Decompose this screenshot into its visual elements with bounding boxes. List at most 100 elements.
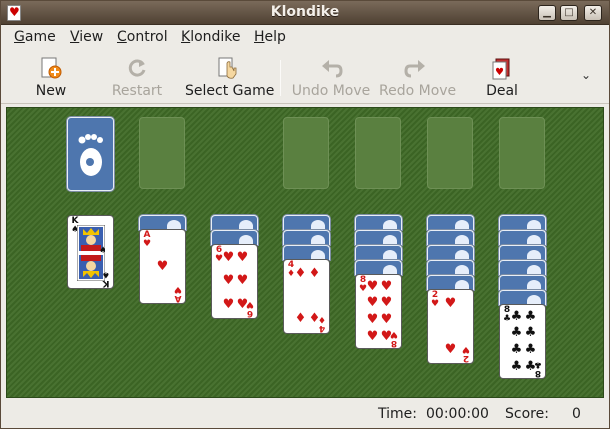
- menu-help[interactable]: Help: [254, 29, 286, 45]
- face-down-card[interactable]: [211, 230, 258, 245]
- select-game-label: Select Game: [185, 83, 275, 99]
- deal-label: Deal: [486, 83, 518, 99]
- foundation-slot[interactable]: [499, 117, 545, 189]
- card-ace-of-hearts[interactable]: A ♥ ♥ A ♥: [139, 229, 186, 304]
- card-king-of-spades[interactable]: K♠ ♠ K♠: [67, 215, 114, 289]
- heart-pip-icon: ♥: [444, 342, 457, 357]
- heart-pip-icon: ♥: [156, 259, 169, 274]
- card-rank-bottom: 2 ♥: [461, 344, 471, 363]
- maximize-button[interactable]: □: [560, 5, 578, 21]
- gnome-foot-icon: [78, 134, 103, 176]
- restart-button[interactable]: Restart: [111, 52, 163, 102]
- face-down-card[interactable]: [427, 230, 474, 245]
- select-game-button[interactable]: Select Game: [185, 52, 275, 102]
- redo-move-button[interactable]: Redo Move: [379, 52, 457, 102]
- face-down-card[interactable]: [283, 245, 330, 260]
- game-board[interactable]: K♠ ♠ K♠ A♥ ♥ A♥ 6♥: [6, 107, 604, 398]
- svg-text:♥: ♥: [495, 67, 504, 78]
- diamond-pip-icon: ♦: [308, 266, 321, 281]
- face-down-card[interactable]: [283, 215, 330, 230]
- diamond-pip-icon: ♦: [294, 266, 307, 281]
- heart-pip-icon: ♥: [222, 297, 235, 312]
- face-down-card[interactable]: [499, 275, 546, 290]
- restart-label: Restart: [111, 83, 163, 99]
- foundation-slot[interactable]: [283, 117, 329, 189]
- redo-move-label: Redo Move: [379, 83, 457, 99]
- titlebar[interactable]: Klondike ▁ □ ✕: [1, 1, 609, 25]
- face-down-card[interactable]: [427, 215, 474, 230]
- face-down-card[interactable]: [427, 260, 474, 275]
- card-six-of-hearts[interactable]: 6 ♥ ♥ ♥ ♥ ♥ ♥ ♥ 6 ♥: [211, 244, 258, 319]
- card-rank-bottom: 6 ♥: [245, 299, 255, 318]
- menu-control-mnemonic: C: [117, 29, 127, 45]
- window-title: Klondike: [270, 4, 340, 20]
- card-rank-bottom: K ♠: [101, 269, 111, 288]
- card-rank-bottom: 8 ♥: [389, 329, 399, 348]
- menu-help-rest: elp: [264, 29, 286, 45]
- face-down-card[interactable]: [499, 290, 546, 305]
- restart-icon: [125, 56, 149, 80]
- undo-move-label: Undo Move: [291, 83, 371, 99]
- foundation-slot[interactable]: [355, 117, 401, 189]
- face-down-card[interactable]: [139, 215, 186, 230]
- face-down-card[interactable]: [355, 215, 402, 230]
- face-down-card[interactable]: [499, 215, 546, 230]
- club-pip-icon: ♣: [510, 325, 523, 340]
- club-pip-icon: ♣: [510, 342, 523, 357]
- diamond-pip-icon: ♦: [294, 311, 307, 326]
- card-eight-of-clubs[interactable]: 8 ♣ ♣ ♣ ♣ ♣ ♣ ♣ ♣ ♣ 8 ♣: [499, 304, 546, 379]
- card-two-of-hearts[interactable]: 2 ♥ ♥ ♥ 2 ♥: [427, 289, 474, 364]
- face-down-card[interactable]: [499, 245, 546, 260]
- heart-pip-icon: ♥: [380, 312, 393, 327]
- stock-pile[interactable]: [67, 117, 114, 191]
- heart-pip-icon: ♥: [236, 250, 249, 265]
- face-down-card[interactable]: [427, 275, 474, 290]
- menu-game-mnemonic: G: [14, 29, 25, 45]
- heart-pip-icon: ♥: [222, 250, 235, 265]
- time-label: Time:: [378, 406, 417, 422]
- face-down-card[interactable]: [355, 230, 402, 245]
- card-four-of-diamonds[interactable]: 4 ♦ ♦ ♦ ♦ ♦ 4 ♦: [283, 259, 330, 334]
- toolbar-overflow-chevron-icon[interactable]: ⌄: [581, 68, 591, 82]
- menu-view[interactable]: View: [70, 29, 103, 45]
- heart-pip-icon: ♥: [366, 279, 379, 294]
- menu-view-rest: iew: [79, 29, 104, 45]
- face-down-card[interactable]: [427, 245, 474, 260]
- new-button[interactable]: New: [31, 52, 71, 102]
- score-value: 0: [572, 406, 581, 422]
- heart-pip-icon: ♥: [236, 273, 249, 288]
- menu-control[interactable]: Control: [117, 29, 168, 45]
- heart-pip-icon: ♥: [222, 273, 235, 288]
- menu-klondike-mnemonic: K: [181, 29, 191, 45]
- toolbar: New Restart Select Game Undo Move Redo M…: [1, 50, 609, 104]
- face-down-card[interactable]: [355, 260, 402, 275]
- card-eight-of-hearts[interactable]: 8 ♥ ♥ ♥ ♥ ♥ ♥ ♥ ♥ ♥ 8 ♥: [355, 274, 402, 349]
- deal-button[interactable]: ♥ Deal: [483, 52, 521, 102]
- heart-pip-icon: ♥: [380, 295, 393, 310]
- close-button[interactable]: ✕: [584, 5, 602, 21]
- menu-klondike[interactable]: Klondike: [181, 29, 241, 45]
- face-down-card[interactable]: [211, 215, 258, 230]
- select-game-icon: [216, 56, 240, 80]
- time-value: 00:00:00: [426, 406, 489, 422]
- undo-move-button[interactable]: Undo Move: [291, 52, 371, 102]
- toolbar-separator: [280, 60, 281, 96]
- new-game-icon: [39, 56, 63, 80]
- svg-text:♠: ♠: [99, 246, 105, 256]
- heart-pip-icon: ♥: [380, 279, 393, 294]
- face-down-card[interactable]: [355, 245, 402, 260]
- face-down-card[interactable]: [499, 230, 546, 245]
- foundation-slot[interactable]: [427, 117, 473, 189]
- heart-pip-icon: ♥: [366, 295, 379, 310]
- club-pip-icon: ♣: [510, 359, 523, 374]
- club-pip-icon: ♣: [524, 309, 537, 324]
- waste-slot[interactable]: [139, 117, 185, 189]
- minimize-button[interactable]: ▁: [538, 5, 556, 21]
- face-down-card[interactable]: [499, 260, 546, 275]
- heart-pip-icon: ♥: [366, 329, 379, 344]
- heart-pip-icon: ♥: [444, 296, 457, 311]
- face-down-card[interactable]: [283, 230, 330, 245]
- menu-game[interactable]: Game: [14, 29, 56, 45]
- card-rank: A ♥: [142, 230, 152, 249]
- redo-icon: [404, 56, 428, 80]
